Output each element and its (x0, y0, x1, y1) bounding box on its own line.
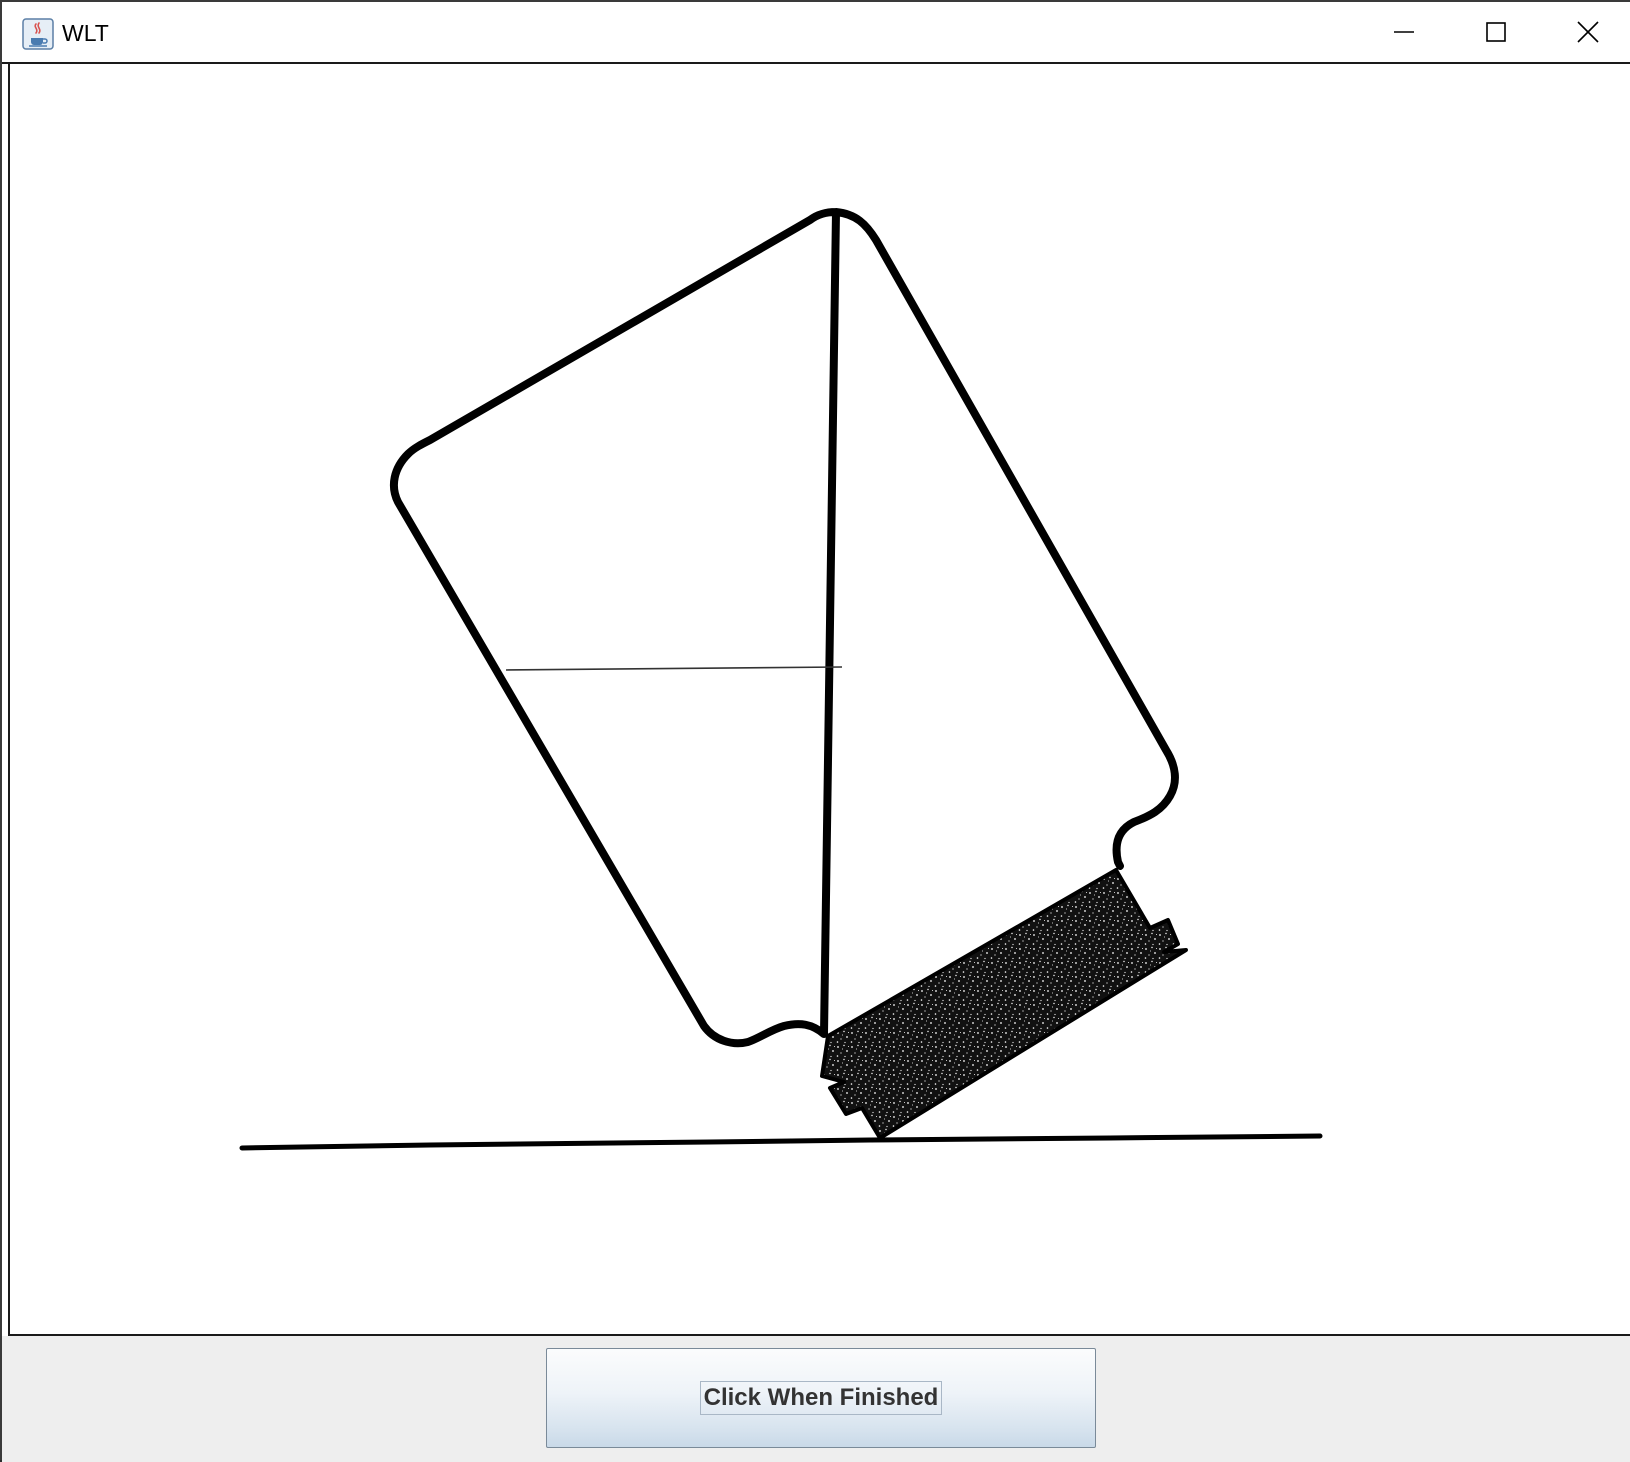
bottle-drawing (239, 208, 1323, 1151)
minimize-button[interactable] (1358, 2, 1450, 62)
maximize-button[interactable] (1450, 2, 1542, 62)
close-button[interactable] (1542, 2, 1630, 62)
window-title: WLT (62, 20, 109, 46)
maximize-icon (1485, 21, 1507, 43)
close-icon (1576, 20, 1600, 44)
drawing-canvas[interactable] (8, 64, 1630, 1336)
finish-button[interactable]: Click When Finished (546, 1348, 1096, 1448)
table-line (239, 1133, 1323, 1151)
bottle-cap (820, 868, 1188, 1140)
finish-button-label: Click When Finished (699, 1381, 943, 1415)
water-level-line[interactable] (505, 666, 843, 671)
java-coffee-cup-icon (22, 18, 54, 50)
button-panel: Click When Finished (2, 1336, 1630, 1462)
minimize-icon (1393, 21, 1415, 43)
app-window: WLT Click When Finished (0, 0, 1630, 1462)
title-bar[interactable]: WLT (2, 2, 1630, 64)
